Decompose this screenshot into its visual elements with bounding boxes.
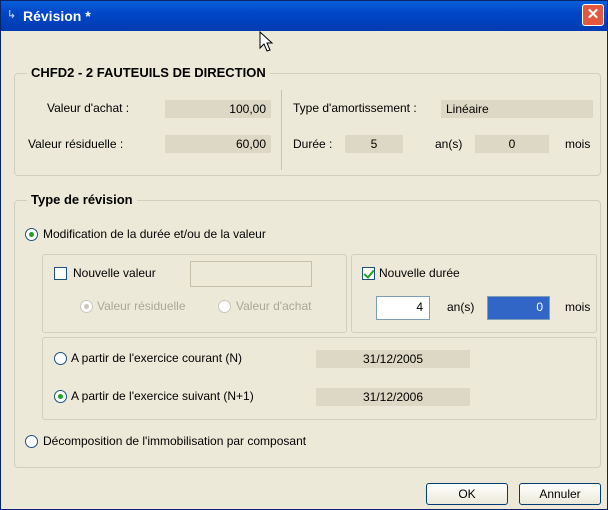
title-bar[interactable]: ↳ Révision * ✕ bbox=[1, 1, 607, 31]
new-months-unit: mois bbox=[565, 300, 591, 314]
from-next-date: 31/12/2006 bbox=[316, 388, 470, 406]
purchase-value-radio[interactable] bbox=[218, 300, 231, 313]
amortization-type-label: Type d'amortissement : bbox=[293, 101, 417, 115]
new-duration-label[interactable]: Nouvelle durée bbox=[379, 266, 460, 280]
window-title: Révision * bbox=[23, 8, 91, 24]
from-next-radio[interactable] bbox=[54, 390, 67, 403]
duration-years-field: 5 bbox=[345, 135, 403, 153]
period-box: A partir de l'exercice courant (N) 31/12… bbox=[42, 337, 597, 420]
new-value-input[interactable] bbox=[190, 261, 312, 287]
cancel-button[interactable]: Annuler bbox=[519, 483, 601, 505]
new-years-input[interactable]: 4 bbox=[376, 296, 430, 320]
asset-group: CHFD2 - 2 FAUTEUILS DE DIRECTION Valeur … bbox=[14, 65, 601, 176]
ok-button[interactable]: OK bbox=[426, 483, 508, 505]
option-modify-label[interactable]: Modification de la durée et/ou de la val… bbox=[43, 227, 266, 241]
residual-value-radio[interactable] bbox=[80, 300, 93, 313]
from-current-radio[interactable] bbox=[54, 352, 67, 365]
new-value-box: Nouvelle valeur Valeur résiduelle Valeur… bbox=[42, 254, 347, 333]
duration-months-unit: mois bbox=[565, 137, 591, 151]
option-modify-radio[interactable] bbox=[25, 228, 38, 241]
new-months-input[interactable]: 0 bbox=[487, 296, 550, 320]
close-button[interactable]: ✕ bbox=[582, 4, 604, 26]
from-current-date: 31/12/2005 bbox=[316, 350, 470, 368]
option-decompose-radio[interactable] bbox=[25, 435, 38, 448]
new-years-unit: an(s) bbox=[447, 300, 475, 314]
mouse-cursor-icon bbox=[259, 31, 273, 52]
app-icon: ↳ bbox=[7, 9, 17, 21]
asset-group-title: CHFD2 - 2 FAUTEUILS DE DIRECTION bbox=[27, 65, 270, 80]
new-months-value: 0 bbox=[536, 300, 543, 314]
residual-value-field: 60,00 bbox=[165, 135, 271, 153]
new-value-label[interactable]: Nouvelle valeur bbox=[73, 266, 156, 280]
duration-label: Durée : bbox=[293, 137, 333, 151]
purchase-value-field: 100,00 bbox=[165, 100, 271, 118]
new-value-checkbox[interactable] bbox=[54, 267, 67, 280]
new-duration-box: Nouvelle durée 4 an(s) 0 mois bbox=[351, 254, 597, 333]
residual-value-label: Valeur résiduelle : bbox=[28, 137, 124, 151]
duration-months-field: 0 bbox=[475, 135, 549, 153]
from-current-label[interactable]: A partir de l'exercice courant (N) bbox=[71, 351, 242, 365]
purchase-value-label: Valeur d'achat : bbox=[47, 101, 130, 115]
new-duration-checkbox[interactable] bbox=[362, 267, 375, 280]
residual-value-radio-label[interactable]: Valeur résiduelle bbox=[97, 299, 186, 313]
revision-type-group: Type de révision Modification de la duré… bbox=[14, 192, 601, 468]
option-decompose-label[interactable]: Décomposition de l'immobilisation par co… bbox=[43, 434, 306, 448]
revision-type-group-title: Type de révision bbox=[27, 192, 137, 207]
purchase-value-radio-label[interactable]: Valeur d'achat bbox=[236, 299, 311, 313]
vertical-divider bbox=[281, 90, 282, 170]
amortization-type-field: Linéaire bbox=[441, 100, 593, 118]
revision-dialog: ↳ Révision * ✕ CHFD2 - 2 FAUTEUILS DE DI… bbox=[0, 0, 608, 510]
from-next-label[interactable]: A partir de l'exercice suivant (N+1) bbox=[71, 389, 254, 403]
duration-years-unit: an(s) bbox=[435, 137, 463, 151]
